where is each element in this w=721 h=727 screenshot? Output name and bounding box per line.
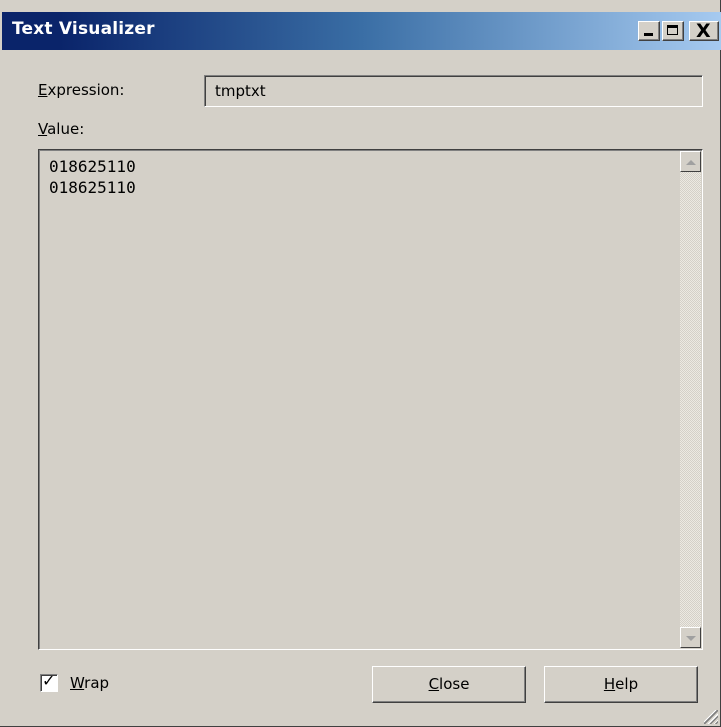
expression-label-text: xpression: (47, 81, 125, 99)
vertical-scrollbar[interactable] (680, 151, 701, 648)
value-label: Value: (38, 120, 84, 138)
expression-value: tmptxt (215, 82, 266, 100)
value-textarea[interactable]: 018625110 018625110 (38, 149, 703, 650)
help-button[interactable]: Help (544, 666, 698, 703)
wrap-label[interactable]: Wrap (70, 674, 109, 692)
scroll-up-button[interactable] (680, 151, 701, 172)
wrap-checkbox[interactable]: ✓ (40, 671, 58, 692)
text-visualizer-window: Text Visualizer X Expression: tmptxt Val… (0, 0, 721, 727)
close-window-button[interactable]: X (689, 21, 719, 41)
close-button[interactable]: Close (372, 666, 526, 703)
resize-grip-icon[interactable] (704, 710, 718, 724)
minimize-icon (644, 33, 653, 36)
expression-field[interactable]: tmptxt (204, 75, 703, 107)
scroll-down-button[interactable] (680, 627, 701, 648)
expression-label: Expression: (38, 81, 124, 99)
help-button-label: elp (615, 675, 639, 693)
window-title: Text Visualizer (12, 19, 155, 39)
scroll-down-arrow-icon (686, 636, 696, 641)
title-bar[interactable]: Text Visualizer X (2, 12, 721, 50)
maximize-icon (667, 25, 678, 35)
wrap-label-mnemonic: W (70, 674, 85, 692)
close-button-mnemonic: C (428, 675, 440, 693)
checkmark-icon: ✓ (42, 671, 56, 690)
close-icon: X (696, 20, 711, 42)
close-button-label: lose (439, 675, 470, 693)
wrap-label-text: rap (84, 674, 110, 692)
minimize-button[interactable] (638, 21, 660, 41)
value-label-mnemonic: V (38, 120, 48, 138)
scroll-up-arrow-icon (686, 160, 696, 165)
value-text: 018625110 018625110 (49, 157, 136, 197)
help-button-mnemonic: H (603, 675, 616, 693)
value-label-text: alue: (47, 120, 85, 138)
maximize-button[interactable] (662, 21, 684, 41)
